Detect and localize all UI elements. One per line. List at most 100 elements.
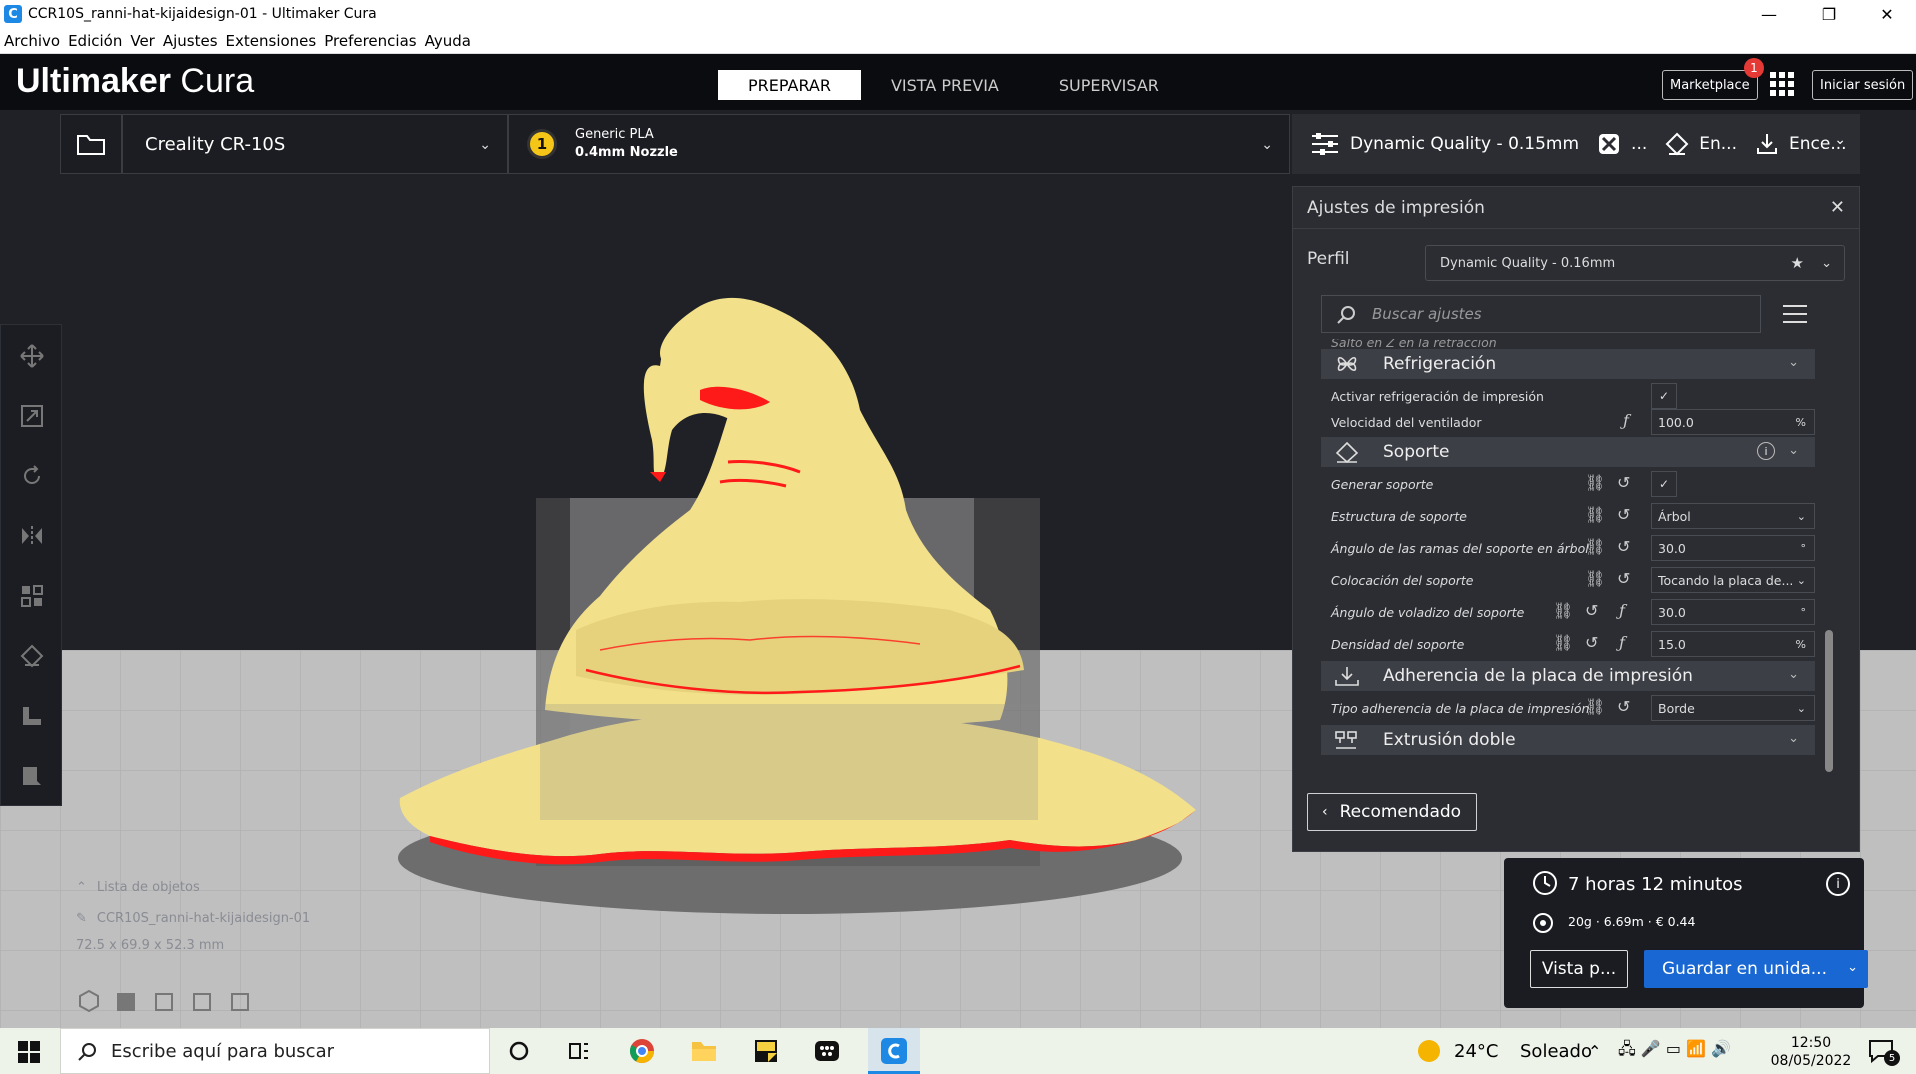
settings-visibility-menu-icon[interactable] — [1783, 305, 1807, 325]
sticky-notes-icon[interactable] — [754, 1039, 778, 1063]
save-to-drive-button[interactable]: Guardar en unida... ⌄ — [1644, 950, 1868, 988]
reset-icon[interactable]: ↺ — [1617, 473, 1630, 492]
support-structure-select[interactable]: Árbol ⌄ — [1651, 503, 1815, 529]
taskbar-cura-active[interactable] — [868, 1028, 920, 1074]
close-button[interactable]: ✕ — [1858, 0, 1916, 28]
chevron-down-icon: ⌄ — [1261, 137, 1273, 153]
profile-dropdown[interactable]: Dynamic Quality - 0.16mm ★ ⌄ — [1425, 245, 1845, 281]
support-placement-select[interactable]: Tocando la placa de... ⌄ — [1651, 567, 1815, 593]
task-view-icon[interactable] — [568, 1040, 590, 1062]
weather-sun-icon[interactable] — [1418, 1040, 1440, 1062]
menu-edicion[interactable]: Edición — [68, 32, 122, 50]
system-clock[interactable]: 12:50 08/05/2022 — [1756, 1034, 1866, 1070]
menu-ajustes[interactable]: Ajustes — [163, 32, 218, 50]
marketplace-button[interactable]: Marketplace — [1662, 70, 1758, 100]
mirror-tool-icon[interactable] — [19, 523, 45, 549]
overhang-angle-input[interactable]: 30.0 ° — [1651, 599, 1815, 625]
chrome-icon[interactable] — [628, 1037, 656, 1065]
support-blocker-icon[interactable] — [19, 643, 45, 669]
link-icon[interactable]: ⛓ — [1553, 633, 1573, 652]
ultimaker-cura-logo: Ultimaker Cura — [16, 62, 255, 100]
measure-tool-icon[interactable] — [19, 703, 45, 729]
open-file-button[interactable] — [60, 114, 122, 174]
maximize-button[interactable]: ❐ — [1800, 0, 1858, 28]
adhesion-type-select[interactable]: Borde ⌄ — [1651, 695, 1815, 721]
settings-list[interactable]: Salto en Z en la retracción Refrigeració… — [1321, 339, 1815, 767]
fan-speed-input[interactable]: 100.0% — [1651, 409, 1815, 435]
rotate-tool-icon[interactable] — [19, 463, 45, 489]
star-icon[interactable]: ★ — [1791, 254, 1804, 272]
tray-icons[interactable]: 🖧 🎤 ▭ 📶 🔊 — [1618, 1028, 1731, 1074]
cooling-summary: Ence... — [1755, 132, 1847, 156]
menu-archivo[interactable]: Archivo — [4, 32, 60, 50]
category-cooling[interactable]: Refrigeración ⌄ — [1321, 349, 1815, 379]
link-icon[interactable]: ⛓ — [1585, 569, 1605, 588]
windows-start-icon[interactable] — [18, 1041, 40, 1063]
object-item[interactable]: ✎ CCR10S_ranni-hat-kijaidesign-01 — [76, 911, 310, 926]
show-hidden-icons[interactable]: ⌃ — [1588, 1028, 1601, 1074]
dock-app-icon[interactable] — [814, 1039, 840, 1063]
close-panel-button[interactable]: ✕ — [1830, 197, 1845, 218]
support-density-input[interactable]: 15.0% — [1651, 631, 1815, 657]
fan-icon — [1337, 356, 1357, 372]
chevron-down-icon: ⌄ — [1788, 731, 1799, 746]
reset-icon[interactable]: ↺ — [1617, 505, 1630, 524]
info-icon[interactable]: i — [1826, 872, 1850, 896]
scale-tool-icon[interactable] — [19, 403, 45, 429]
login-button[interactable]: Iniciar sesión — [1812, 70, 1914, 100]
reset-icon[interactable]: ↺ — [1617, 537, 1630, 556]
print-profile-bar[interactable]: Dynamic Quality - 0.15mm ... En... Ence.… — [1292, 114, 1860, 174]
function-icon[interactable]: ƒ — [1623, 411, 1629, 430]
reset-icon[interactable]: ↺ — [1617, 697, 1630, 716]
link-icon[interactable]: ⛓ — [1585, 697, 1605, 716]
dual-extrusion-icon — [1335, 731, 1357, 749]
weather-temp[interactable]: 24°C — [1454, 1028, 1498, 1074]
settings-scrollbar[interactable] — [1825, 630, 1833, 772]
material-usage: 20g · 6.69m · € 0.44 — [1568, 914, 1696, 929]
support-category-icon — [1335, 441, 1359, 463]
setting-generate-support: Generar soporte ⛓ ↺ ✓ — [1321, 469, 1815, 499]
apps-grid-icon[interactable] — [1770, 72, 1794, 96]
menu-ayuda[interactable]: Ayuda — [425, 32, 471, 50]
category-dual-extrusion[interactable]: Extrusión doble ⌄ — [1321, 725, 1815, 755]
printer-dropdown[interactable]: Creality CR-10S ⌄ — [122, 114, 508, 174]
reset-icon[interactable]: ↺ — [1585, 601, 1598, 620]
taskbar-search-input[interactable]: Escribe aquí para buscar — [60, 1028, 490, 1074]
reset-icon[interactable]: ↺ — [1585, 633, 1598, 652]
minimize-button[interactable]: — — [1740, 0, 1798, 28]
cooling-enable-checkbox[interactable]: ✓ — [1651, 383, 1677, 409]
category-adhesion[interactable]: Adherencia de la placa de impresión ⌄ — [1321, 661, 1815, 691]
per-model-settings-icon[interactable] — [19, 583, 45, 609]
tab-supervisar[interactable]: SUPERVISAR — [1029, 70, 1189, 100]
preview-button[interactable]: Vista p... — [1530, 950, 1628, 988]
recommended-button[interactable]: ‹ Recomendado — [1307, 793, 1477, 831]
cortana-icon[interactable] — [508, 1040, 530, 1062]
link-icon[interactable]: ⛓ — [1553, 601, 1573, 620]
reset-icon[interactable]: ↺ — [1617, 569, 1630, 588]
menu-ver[interactable]: Ver — [130, 32, 155, 50]
printer-selector-bar: Creality CR-10S ⌄ 1 Generic PLA 0.4mm No… — [60, 114, 1290, 174]
generate-support-checkbox[interactable]: ✓ — [1651, 471, 1677, 497]
search-settings-input[interactable]: Buscar ajustes — [1321, 295, 1761, 333]
link-icon[interactable]: ⛓ — [1585, 537, 1605, 556]
menu-preferencias[interactable]: Preferencias — [324, 32, 416, 50]
info-icon[interactable]: i — [1757, 442, 1775, 460]
move-tool-icon[interactable] — [19, 343, 45, 369]
category-support[interactable]: Soporte i ⌄ — [1321, 437, 1815, 467]
link-icon[interactable]: ⛓ — [1585, 505, 1605, 524]
material-dropdown[interactable]: 1 Generic PLA 0.4mm Nozzle ⌄ — [508, 114, 1290, 174]
file-explorer-icon[interactable] — [690, 1038, 718, 1064]
panel-title: Ajustes de impresión — [1307, 197, 1485, 218]
object-list-toggle[interactable]: ⌃ Lista de objetos — [76, 880, 310, 895]
function-icon[interactable]: ƒ — [1619, 633, 1625, 652]
tab-preparar[interactable]: PREPARAR — [718, 70, 861, 100]
function-icon[interactable]: ƒ — [1619, 601, 1625, 620]
chevron-down-icon[interactable]: ⌄ — [1847, 960, 1858, 975]
weather-condition[interactable]: Soleado — [1520, 1028, 1592, 1074]
paint-tool-icon[interactable] — [19, 763, 45, 789]
menu-extensiones[interactable]: Extensiones — [226, 32, 317, 50]
view-orientation-icons[interactable] — [76, 988, 276, 1014]
link-icon[interactable]: ⛓ — [1585, 473, 1605, 492]
tab-vista-previa[interactable]: VISTA PREVIA — [861, 70, 1029, 100]
tree-angle-input[interactable]: 30.0 ° — [1651, 535, 1815, 561]
